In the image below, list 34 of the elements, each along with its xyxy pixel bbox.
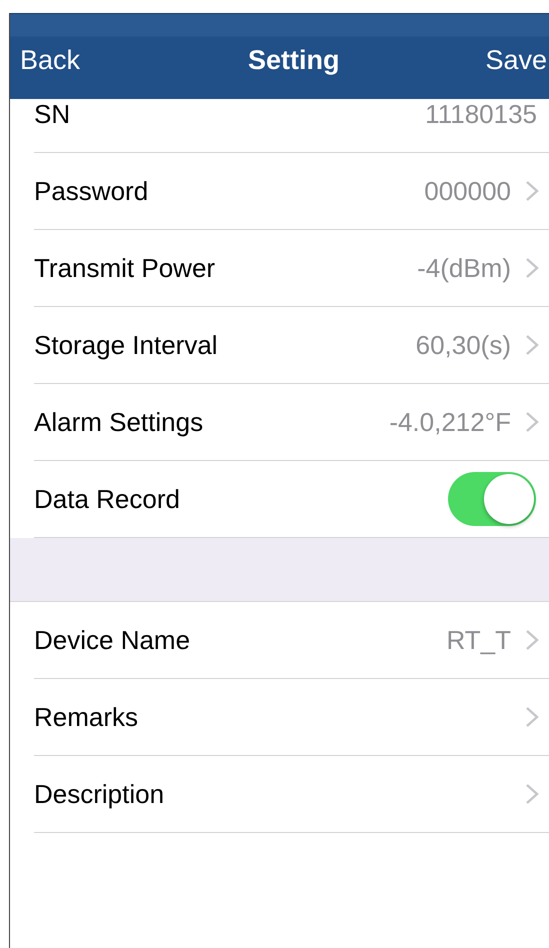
setting-label: Password [34,176,150,206]
save-button[interactable]: Save [485,45,549,76]
setting-label: Description [34,778,166,810]
settings-row[interactable]: Alarm Settings -4.0,212°F [34,384,549,461]
back-button[interactable]: Back [10,45,80,76]
setting-label: Alarm Settings [34,406,204,438]
toggle-switch[interactable] [448,472,536,526]
chevron-icon [525,257,539,279]
setting-value: -4(dBm) [417,252,511,284]
screen-title: Setting [248,45,340,76]
setting-value: 60,30(s) [416,330,511,360]
settings-row[interactable]: Password 000000 [34,153,549,230]
setting-label: Storage Interval [34,330,219,360]
chevron-icon [525,783,539,805]
chevron-icon [525,180,539,202]
chevron-icon [525,706,539,728]
settings-row[interactable]: Transmit Power -4(dBm) [34,230,549,307]
setting-label: Transmit Power [34,252,216,284]
settings-row[interactable]: Device Name RT_T [34,602,549,679]
setting-label: Device Name [34,624,192,656]
setting-label: Data Record [34,484,181,514]
chevron-icon [525,334,539,356]
setting-label: SN [34,99,72,130]
setting-value: -4.0,212°F [389,406,511,438]
setting-value: 11180135 [425,99,537,130]
settings-row[interactable]: Data Record [34,461,549,538]
settings-row[interactable]: Storage Interval 60,30(s) [34,307,549,384]
setting-value: RT_T [446,624,511,656]
chevron-icon [525,411,539,433]
setting-label: Remarks [34,702,140,732]
chevron-icon [525,629,539,651]
setting-value: 000000 [424,176,511,206]
settings-row[interactable]: Description [34,756,549,833]
settings-row[interactable]: Remarks [34,679,549,756]
